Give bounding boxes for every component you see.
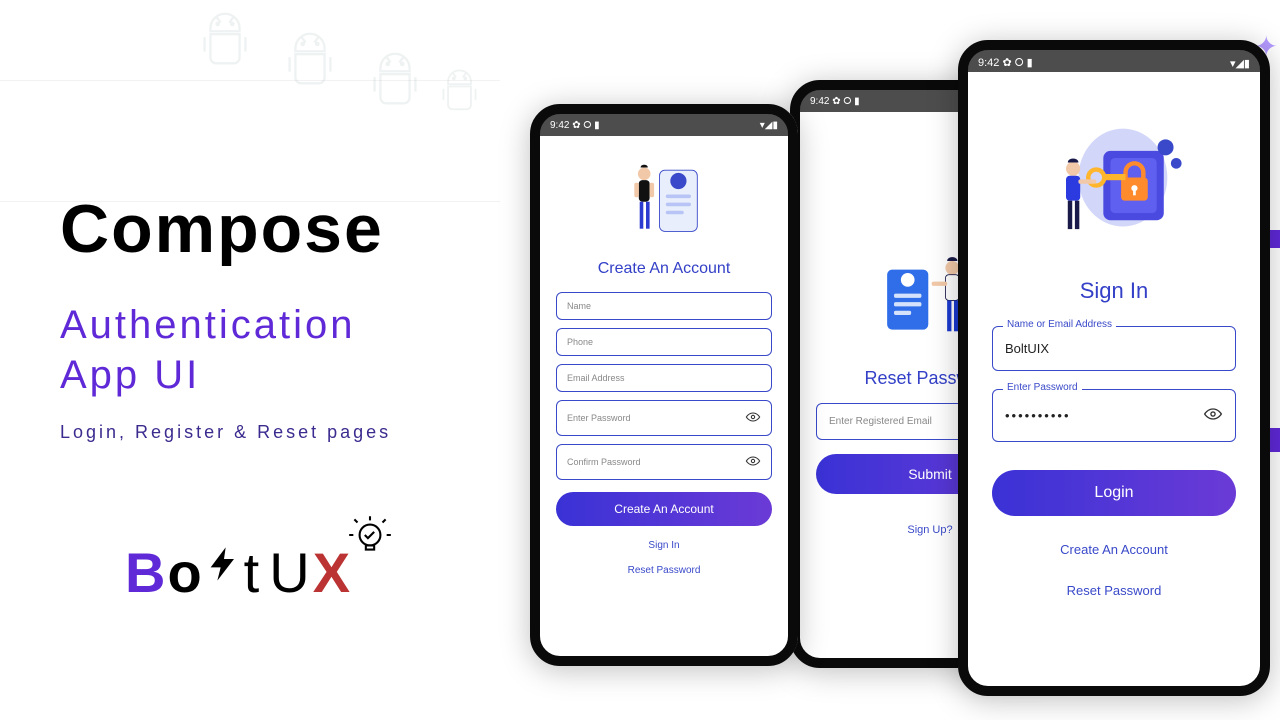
signup-link[interactable]: Sign Up? <box>907 524 952 536</box>
login-id-field[interactable]: Name or Email Address BoltUIX <box>992 326 1236 371</box>
register-illustration <box>609 154 719 244</box>
android-robot-icon <box>360 40 430 120</box>
hero-subtitle-line1: Authentication <box>60 303 356 347</box>
login-password-label: Enter Password <box>1003 382 1082 393</box>
eye-icon[interactable] <box>1203 404 1223 427</box>
name-placeholder: Name <box>567 301 761 311</box>
login-illustration <box>1034 112 1194 252</box>
hero-detail: Login, Register & Reset pages <box>60 422 391 443</box>
name-field[interactable]: Name <box>556 292 772 320</box>
register-title: Create An Account <box>598 260 731 278</box>
logo-letter: U <box>269 540 312 605</box>
create-account-link[interactable]: Create An Account <box>1060 542 1168 557</box>
phone-field[interactable]: Phone <box>556 328 772 356</box>
email-placeholder: Email Address <box>567 373 761 383</box>
hero-headline: Compose <box>60 190 384 268</box>
login-title: Sign In <box>1080 278 1149 304</box>
status-bar: 9:42 ✿ ⭘ ▮ ▾◢▮ <box>540 114 788 136</box>
reset-password-link[interactable]: Reset Password <box>628 565 701 576</box>
reset-password-link[interactable]: Reset Password <box>1067 583 1162 598</box>
hero-subtitle: Authentication App UI <box>60 300 356 400</box>
phone-login: 9:42 ✿ ⭘ ▮ ▾◢▮ <box>958 40 1270 696</box>
status-icons: ▾◢▮ <box>1230 57 1250 70</box>
login-id-label: Name or Email Address <box>1003 319 1116 330</box>
phone-placeholder: Phone <box>567 337 761 347</box>
login-id-value: BoltUIX <box>1005 341 1223 356</box>
android-robot-icon <box>190 0 260 80</box>
confirm-password-field[interactable]: Confirm Password <box>556 444 772 480</box>
hero-subtitle-line2: App UI <box>60 353 200 397</box>
login-button[interactable]: Login <box>992 470 1236 516</box>
brand-logo: B o t U X <box>125 540 352 605</box>
email-field[interactable]: Email Address <box>556 364 772 392</box>
password-field[interactable]: Enter Password <box>556 400 772 436</box>
status-time: 9:42 <box>810 96 829 107</box>
password-placeholder: Enter Password <box>567 413 745 423</box>
logo-letter: t <box>244 540 270 605</box>
android-robot-icon <box>432 60 487 122</box>
bolt-icon <box>204 538 244 603</box>
login-password-field[interactable]: Enter Password •••••••••• <box>992 389 1236 442</box>
status-time: 9:42 <box>550 120 569 131</box>
signin-link[interactable]: Sign In <box>648 540 679 551</box>
logo-letter: B <box>125 540 167 605</box>
eye-icon[interactable] <box>745 453 761 471</box>
status-icons: ▾◢▮ <box>760 120 778 131</box>
confirm-placeholder: Confirm Password <box>567 457 745 467</box>
create-account-button[interactable]: Create An Account <box>556 492 772 526</box>
login-password-value: •••••••••• <box>1005 408 1203 423</box>
android-robot-icon <box>275 20 345 100</box>
eye-icon[interactable] <box>745 409 761 427</box>
lightbulb-icon <box>345 508 395 558</box>
status-time: 9:42 <box>978 57 999 69</box>
phone-register: 9:42 ✿ ⭘ ▮ ▾◢▮ Create An Account Name <box>530 104 798 666</box>
logo-letter: o <box>167 540 203 605</box>
